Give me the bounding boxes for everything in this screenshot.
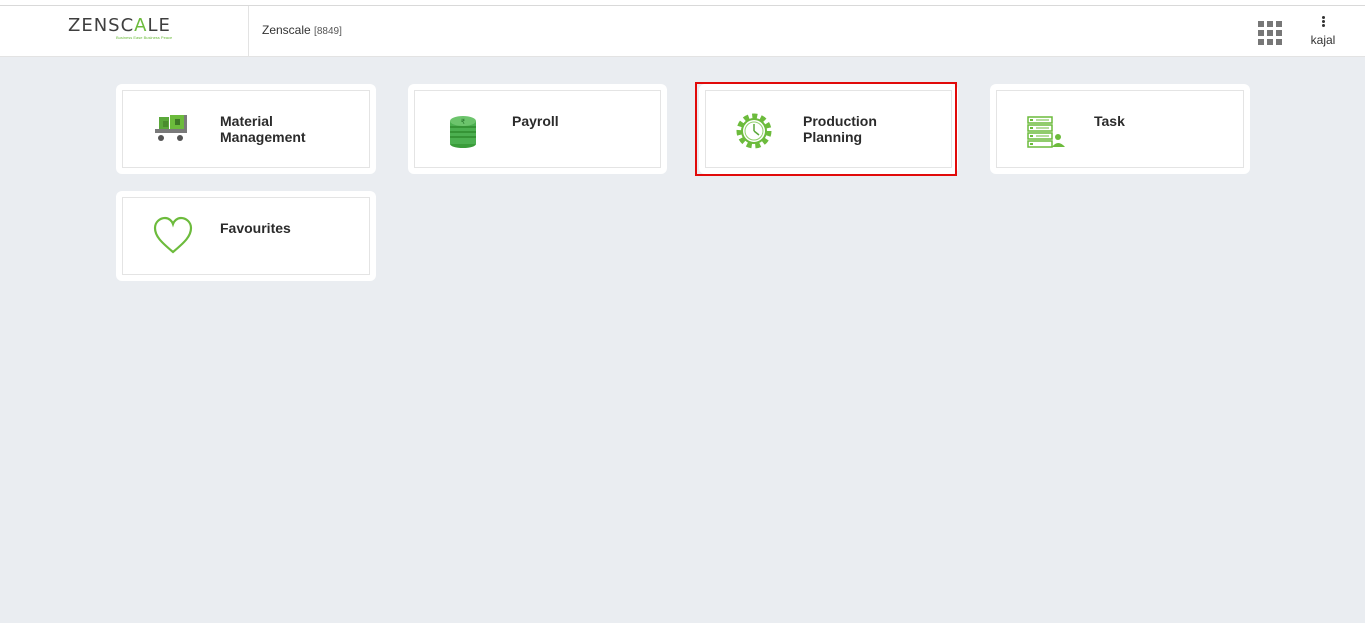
logo-text-accent: A xyxy=(134,15,148,36)
card-label: Material Management xyxy=(220,113,306,145)
card-label: Production Planning xyxy=(803,113,877,145)
logo-wordmark: ZENSCALE xyxy=(68,16,180,36)
logo-tagline: Business Ease Business Peace xyxy=(116,35,173,40)
task-list-icon xyxy=(1027,116,1065,148)
logo-text-main: ZENSC xyxy=(68,15,135,36)
card-frame: Production Planning xyxy=(705,90,952,168)
svg-text:₹: ₹ xyxy=(461,118,466,126)
card-label: Task xyxy=(1094,113,1125,129)
module-card-material-management[interactable]: Material Management xyxy=(116,84,376,174)
user-name: kajal xyxy=(1310,33,1336,47)
heart-icon xyxy=(153,216,193,254)
card-frame: Task xyxy=(996,90,1244,168)
company-label: Zenscale [8849] xyxy=(262,23,342,37)
logo-text-end: LE xyxy=(147,15,171,36)
company-id: [8849] xyxy=(314,26,342,37)
module-card-task[interactable]: Task xyxy=(990,84,1250,174)
app-header: ZENSCALE Business Ease Business Peace Ze… xyxy=(0,6,1365,57)
apps-grid-icon[interactable] xyxy=(1258,21,1282,45)
card-label: Favourites xyxy=(220,220,291,236)
coins-icon: ₹ xyxy=(450,116,476,148)
cart-icon xyxy=(155,115,187,141)
module-card-favourites[interactable]: Favourites xyxy=(116,191,376,281)
user-menu-button[interactable]: kajal xyxy=(1306,14,1340,50)
card-frame: ₹ Payroll xyxy=(414,90,661,168)
zenscale-logo[interactable]: ZENSCALE Business Ease Business Peace xyxy=(68,16,180,50)
module-card-production-planning[interactable]: Production Planning xyxy=(699,84,958,174)
card-label: Payroll xyxy=(512,113,559,129)
gear-clock-icon xyxy=(736,113,772,149)
card-frame: Favourites xyxy=(122,197,370,275)
more-vertical-icon xyxy=(1322,16,1325,28)
header-divider xyxy=(248,6,249,57)
card-frame: Material Management xyxy=(122,90,370,168)
company-name: Zenscale xyxy=(262,23,311,37)
module-card-payroll[interactable]: ₹ Payroll xyxy=(408,84,667,174)
